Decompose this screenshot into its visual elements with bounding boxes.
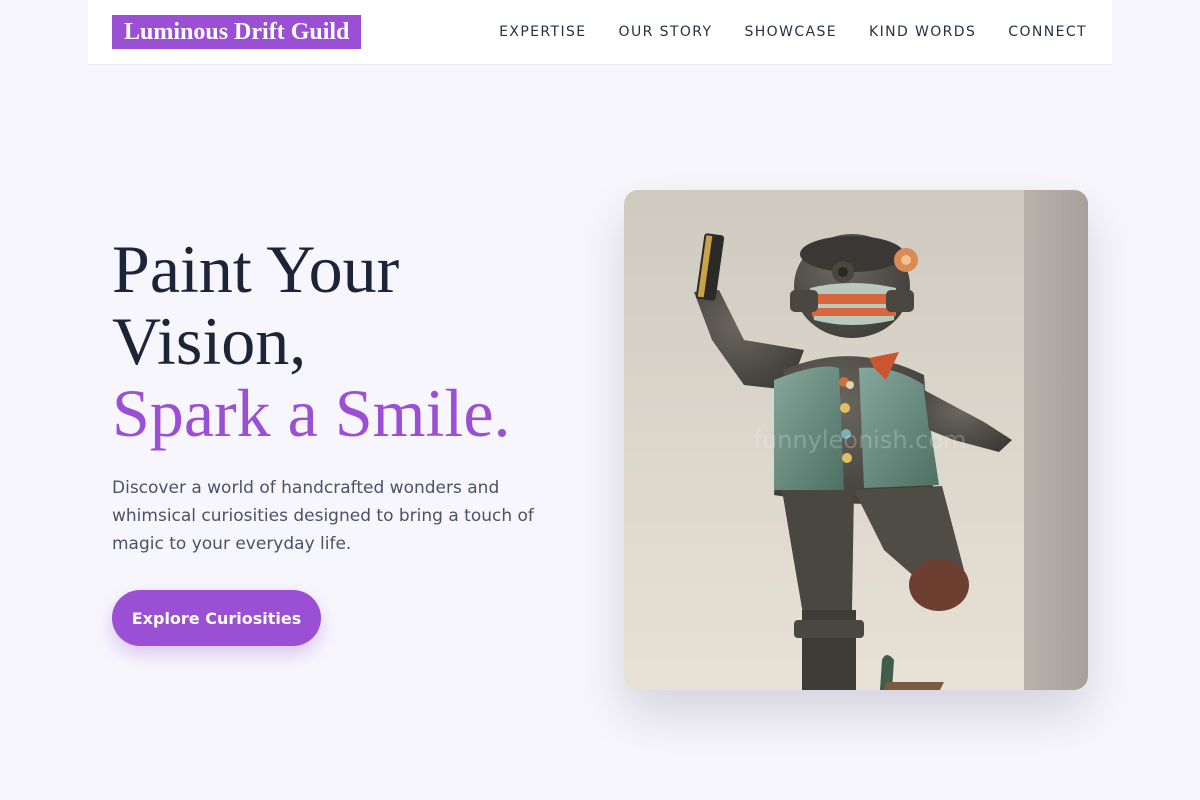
landing-page: Luminous Drift Guild EXPERTISE OUR STORY… xyxy=(0,0,1200,800)
image-watermark: funnyleonish.com xyxy=(754,426,967,454)
main-nav: EXPERTISE OUR STORY SHOWCASE KIND WORDS … xyxy=(499,0,1087,64)
nav-item-connect[interactable]: CONNECT xyxy=(1008,24,1087,40)
nav-item-our-story[interactable]: OUR STORY xyxy=(619,24,713,40)
hero-headline: Paint Your Vision, Spark a Smile. xyxy=(112,233,572,449)
headline-line-1: Paint Your xyxy=(112,231,400,307)
headline-accent: Spark a Smile. xyxy=(112,375,511,451)
explore-curiosities-button[interactable]: Explore Curiosities xyxy=(112,590,321,646)
site-header: Luminous Drift Guild EXPERTISE OUR STORY… xyxy=(88,0,1112,65)
nav-item-expertise[interactable]: EXPERTISE xyxy=(499,24,586,40)
nav-item-kind-words[interactable]: KIND WORDS xyxy=(869,24,976,40)
hero-description: Discover a world of handcrafted wonders … xyxy=(112,478,534,554)
brand-logo[interactable]: Luminous Drift Guild xyxy=(112,15,362,49)
headline-line-2: Vision, xyxy=(112,303,307,379)
nav-item-showcase[interactable]: SHOWCASE xyxy=(744,24,837,40)
figurine-photo: funnyleonish.com xyxy=(624,190,1088,690)
hero-image: funnyleonish.com xyxy=(624,190,1088,690)
